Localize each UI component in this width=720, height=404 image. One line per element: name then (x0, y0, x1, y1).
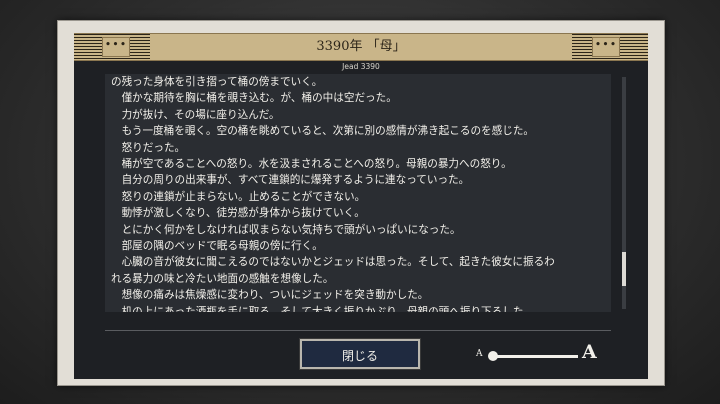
story-line: 怒りだった。 (111, 141, 186, 154)
slider-knob[interactable] (488, 351, 498, 361)
font-size-small-label: A (476, 349, 483, 359)
story-line: の残った身体を引き摺って桶の傍までいく。 (111, 76, 323, 88)
story-window: ••• ••• 3390年 「母」 Jead 3390 の残った身体を引き摺って… (57, 20, 665, 386)
divider (105, 330, 611, 331)
story-line: 僅かな期待を胸に桶を覗き込む。が、桶の中は空だった。 (111, 92, 397, 105)
story-line: 部屋の隅のベッドで眠る母親の傍に行く。 (111, 240, 323, 253)
story-line: 桶が空であることへの怒り。水を汲まされることへの怒り。母親の暴力への怒り。 (111, 158, 512, 171)
scrollbar-thumb[interactable] (622, 252, 626, 286)
story-line: 怒りの連鎖が止まらない。止めることができない。 (111, 190, 366, 203)
story-line: とにかく何かをしなければ収まらない気持ちで頭がいっぱいになった。 (111, 223, 461, 236)
story-line: 動悸が激しくなり、徒労感が身体から抜けていく。 (111, 207, 365, 220)
slider-track[interactable] (492, 355, 578, 358)
font-size-large-label: A (582, 341, 597, 363)
close-button[interactable]: 閉じる (300, 339, 420, 369)
story-line: 自分の周りの出来事が、すべて連鎖的に爆発するように連なっていった。 (111, 174, 470, 187)
scrollbar-track[interactable] (622, 77, 626, 309)
subtitle: Jead 3390 (74, 61, 648, 73)
story-line: 机の上にあった酒瓶を手に取る。そして大きく振りかぶり、母親の頭へ振り下ろした。 (111, 305, 535, 312)
story-line: もう一度桶を覗く。空の桶を眺めていると、次第に別の感情が沸き起こるのを感じた。 (111, 125, 535, 138)
story-line: 力が抜け、その場に座り込んだ。 (111, 108, 280, 121)
story-text-area[interactable]: の残った身体を引き摺って桶の傍までいく。 僅かな期待を胸に桶を覗き込む。が、桶の… (105, 74, 611, 312)
title-bar: ••• ••• 3390年 「母」 (74, 33, 648, 61)
content-panel: Jead 3390 の残った身体を引き摺って桶の傍までいく。 僅かな期待を胸に桶… (74, 61, 648, 379)
subtitle-text: Jead 3390 (334, 62, 388, 71)
font-size-slider[interactable]: A A (476, 341, 606, 369)
story-line: 想像の痛みは焦燥感に変わり、ついにジェッドを突き動かした。 (111, 289, 429, 302)
story-line: れる暴力の味と冷たい地面の感触を想像した。 (111, 272, 334, 285)
window-title: 3390年 「母」 (316, 39, 406, 54)
story-line: 心臓の音が彼女に聞こえるのではないかとジェッドは思った。そして、起きた彼女に振る… (111, 256, 555, 269)
